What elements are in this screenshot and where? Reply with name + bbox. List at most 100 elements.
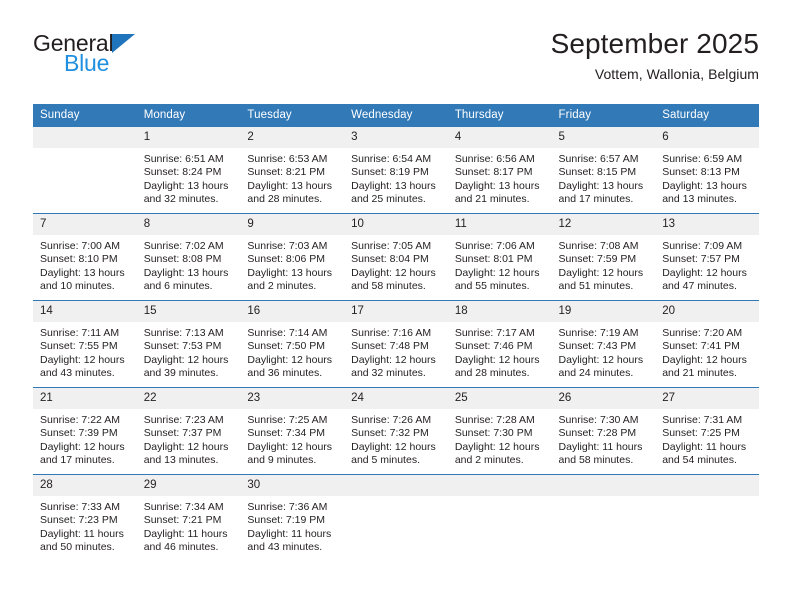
page-header: General Blue September 2025 Vottem, Wall… [0, 0, 792, 96]
daylight-text-line1: Daylight: 11 hours [662, 440, 747, 453]
daylight-text-line1: Daylight: 13 hours [247, 179, 333, 192]
calendar-day-cell-empty [344, 474, 448, 561]
day-sun-info: Sunrise: 7:11 AM Sunset: 7:55 PM Daylight:… [33, 322, 137, 381]
day-number [655, 475, 759, 496]
calendar-day-cell[interactable]: 19 Sunrise: 7:19 AM Sunset: 7:43 PM Dayligh… [551, 300, 656, 388]
daylight-text-line2: and 25 minutes. [351, 193, 426, 206]
sunset-text: Sunset: 7:48 PM [351, 340, 429, 353]
calendar-day-cell[interactable]: 5 Sunrise: 6:57 AM Sunset: 8:15 PM Daylight… [551, 127, 656, 214]
day-number: 13 [655, 214, 759, 235]
weekday-header-sunday: Sunday [33, 104, 137, 127]
day-number: 26 [551, 388, 656, 409]
calendar-day-cell[interactable]: 17 Sunrise: 7:16 AM Sunset: 7:48 PM Dayligh… [344, 300, 448, 388]
day-number: 30 [240, 475, 345, 496]
calendar-week-row: 1 Sunrise: 6:51 AM Sunset: 8:24 PM Daylight… [33, 127, 759, 214]
day-sun-info: Sunrise: 7:17 AM Sunset: 7:46 PM Daylight:… [448, 322, 552, 381]
daylight-text-line2: and 2 minutes. [247, 280, 317, 293]
daylight-text-line2: and 51 minutes. [558, 280, 634, 293]
calendar-day-cell[interactable]: 18 Sunrise: 7:17 AM Sunset: 7:46 PM Dayligh… [447, 300, 552, 388]
calendar-day-cell[interactable]: 28 Sunrise: 7:33 AM Sunset: 7:23 PM Dayligh… [33, 474, 137, 561]
calendar-day-cell[interactable]: 6 Sunrise: 6:59 AM Sunset: 8:13 PM Daylight… [655, 127, 759, 214]
day-sun-info: Sunrise: 7:02 AM Sunset: 8:08 PM Daylight:… [137, 235, 241, 294]
sunrise-text: Sunrise: 7:31 AM [662, 414, 743, 426]
calendar-day-cell[interactable]: 11 Sunrise: 7:06 AM Sunset: 8:01 PM Dayligh… [447, 213, 552, 301]
calendar-day-cell[interactable]: 3 Sunrise: 6:54 AM Sunset: 8:19 PM Daylight… [344, 127, 448, 214]
sunset-text: Sunset: 7:23 PM [40, 514, 118, 527]
calendar-day-cell[interactable]: 8 Sunrise: 7:02 AM Sunset: 8:08 PM Daylight… [136, 213, 241, 301]
day-sun-info: Sunrise: 7:36 AM Sunset: 7:19 PM Daylight:… [240, 496, 344, 555]
day-sun-info: Sunrise: 7:22 AM Sunset: 7:39 PM Daylight:… [33, 409, 137, 468]
sunrise-text: Sunrise: 7:26 AM [351, 414, 432, 426]
weekday-header-tuesday: Tuesday [240, 104, 345, 127]
calendar-day-cell[interactable]: 4 Sunrise: 6:56 AM Sunset: 8:17 PM Daylight… [447, 127, 552, 214]
calendar-day-cell[interactable]: 27 Sunrise: 7:31 AM Sunset: 7:25 PM Dayligh… [655, 387, 759, 475]
calendar-day-cell[interactable]: 16 Sunrise: 7:14 AM Sunset: 7:50 PM Dayligh… [240, 300, 345, 388]
calendar-day-cell[interactable]: 2 Sunrise: 6:53 AM Sunset: 8:21 PM Daylight… [240, 127, 345, 214]
sunrise-text: Sunrise: 6:54 AM [351, 153, 432, 165]
calendar-day-cell[interactable]: 7 Sunrise: 7:00 AM Sunset: 8:10 PM Daylight… [33, 213, 137, 301]
calendar-day-cell[interactable]: 10 Sunrise: 7:05 AM Sunset: 8:04 PM Dayligh… [344, 213, 448, 301]
calendar-header-row: Sunday Monday Tuesday Wednesday Thursday Frid… [33, 104, 759, 127]
sunrise-text: Sunrise: 7:08 AM [558, 240, 639, 252]
calendar-day-cell-empty [551, 474, 656, 561]
calendar-day-cell[interactable]: 1 Sunrise: 6:51 AM Sunset: 8:24 PM Daylight… [136, 127, 241, 214]
day-number: 10 [344, 214, 448, 235]
daylight-text-line2: and 28 minutes. [454, 367, 530, 380]
daylight-text-line2: and 17 minutes. [558, 193, 634, 206]
sunrise-text: Sunrise: 7:20 AM [662, 327, 743, 339]
calendar-day-cell[interactable]: 15 Sunrise: 7:13 AM Sunset: 7:53 PM Dayligh… [136, 300, 241, 388]
calendar-week-row: 28 Sunrise: 7:33 AM Sunset: 7:23 PM Dayligh… [33, 474, 759, 561]
day-sun-info: Sunrise: 6:57 AM Sunset: 8:15 PM Daylight:… [552, 148, 656, 207]
calendar-page: General Blue September 2025 Vottem, Wall… [0, 0, 792, 612]
sunset-text: Sunset: 7:50 PM [247, 340, 326, 353]
daylight-text-line2: and 21 minutes. [662, 367, 737, 380]
calendar-day-cell[interactable]: 13 Sunrise: 7:09 AM Sunset: 7:57 PM Dayligh… [655, 213, 759, 301]
daylight-text-line1: Daylight: 13 hours [143, 266, 229, 279]
daylight-text-line1: Daylight: 13 hours [247, 266, 333, 279]
sunset-text: Sunset: 7:19 PM [247, 514, 326, 527]
day-number: 16 [240, 301, 345, 322]
sunrise-text: Sunrise: 7:33 AM [40, 501, 120, 513]
daylight-text-line2: and 36 minutes. [247, 367, 323, 380]
day-sun-info: Sunrise: 7:14 AM Sunset: 7:50 PM Daylight:… [240, 322, 344, 381]
sunrise-text: Sunrise: 6:51 AM [143, 153, 224, 165]
day-number: 24 [344, 388, 448, 409]
sunset-text: Sunset: 7:57 PM [662, 253, 740, 266]
day-number [33, 127, 137, 148]
calendar-day-cell[interactable]: 23 Sunrise: 7:25 AM Sunset: 7:34 PM Dayligh… [240, 387, 345, 475]
day-number: 27 [655, 388, 759, 409]
daylight-text-line1: Daylight: 12 hours [143, 440, 229, 453]
daylight-text-line2: and 2 minutes. [454, 454, 524, 467]
calendar-day-cell[interactable]: 29 Sunrise: 7:34 AM Sunset: 7:21 PM Dayligh… [136, 474, 241, 561]
calendar-grid: Sunday Monday Tuesday Wednesday Thursday Frid… [33, 104, 759, 561]
day-number [551, 475, 656, 496]
sunset-text: Sunset: 7:28 PM [558, 427, 637, 440]
sunset-text: Sunset: 7:32 PM [351, 427, 429, 440]
calendar-day-cell[interactable]: 21 Sunrise: 7:22 AM Sunset: 7:39 PM Dayligh… [33, 387, 137, 475]
daylight-text-line1: Daylight: 12 hours [40, 353, 125, 366]
day-sun-info: Sunrise: 7:09 AM Sunset: 7:57 PM Daylight:… [655, 235, 759, 294]
day-sun-info: Sunrise: 6:51 AM Sunset: 8:24 PM Daylight:… [137, 148, 241, 207]
daylight-text-line2: and 28 minutes. [247, 193, 323, 206]
calendar-week-row: 7 Sunrise: 7:00 AM Sunset: 8:10 PM Daylight… [33, 213, 759, 301]
day-number: 14 [33, 301, 137, 322]
daylight-text-line1: Daylight: 13 hours [454, 179, 540, 192]
calendar-day-cell[interactable]: 22 Sunrise: 7:23 AM Sunset: 7:37 PM Dayligh… [136, 387, 241, 475]
logo-text-blue: Blue [64, 50, 110, 76]
daylight-text-line2: and 10 minutes. [40, 280, 115, 293]
daylight-text-line1: Daylight: 12 hours [454, 440, 540, 453]
calendar-day-cell[interactable]: 9 Sunrise: 7:03 AM Sunset: 8:06 PM Daylight… [240, 213, 345, 301]
calendar-day-cell[interactable]: 26 Sunrise: 7:30 AM Sunset: 7:28 PM Dayligh… [551, 387, 656, 475]
daylight-text-line2: and 46 minutes. [143, 541, 219, 554]
title-block: September 2025 Vottem, Wallonia, Belgium [551, 26, 759, 82]
sunrise-text: Sunrise: 6:53 AM [247, 153, 328, 165]
weekday-header-thursday: Thursday [447, 104, 552, 127]
daylight-text-line2: and 32 minutes. [351, 367, 426, 380]
calendar-day-cell[interactable]: 12 Sunrise: 7:08 AM Sunset: 7:59 PM Dayligh… [551, 213, 656, 301]
calendar-day-cell[interactable]: 30 Sunrise: 7:36 AM Sunset: 7:19 PM Dayligh… [240, 474, 345, 561]
calendar-day-cell[interactable]: 25 Sunrise: 7:28 AM Sunset: 7:30 PM Dayligh… [447, 387, 552, 475]
daylight-text-line1: Daylight: 13 hours [558, 179, 644, 192]
calendar-day-cell[interactable]: 20 Sunrise: 7:20 AM Sunset: 7:41 PM Dayligh… [655, 300, 759, 388]
calendar-day-cell[interactable]: 24 Sunrise: 7:26 AM Sunset: 7:32 PM Dayligh… [344, 387, 448, 475]
calendar-day-cell[interactable]: 14 Sunrise: 7:11 AM Sunset: 7:55 PM Dayligh… [33, 300, 137, 388]
